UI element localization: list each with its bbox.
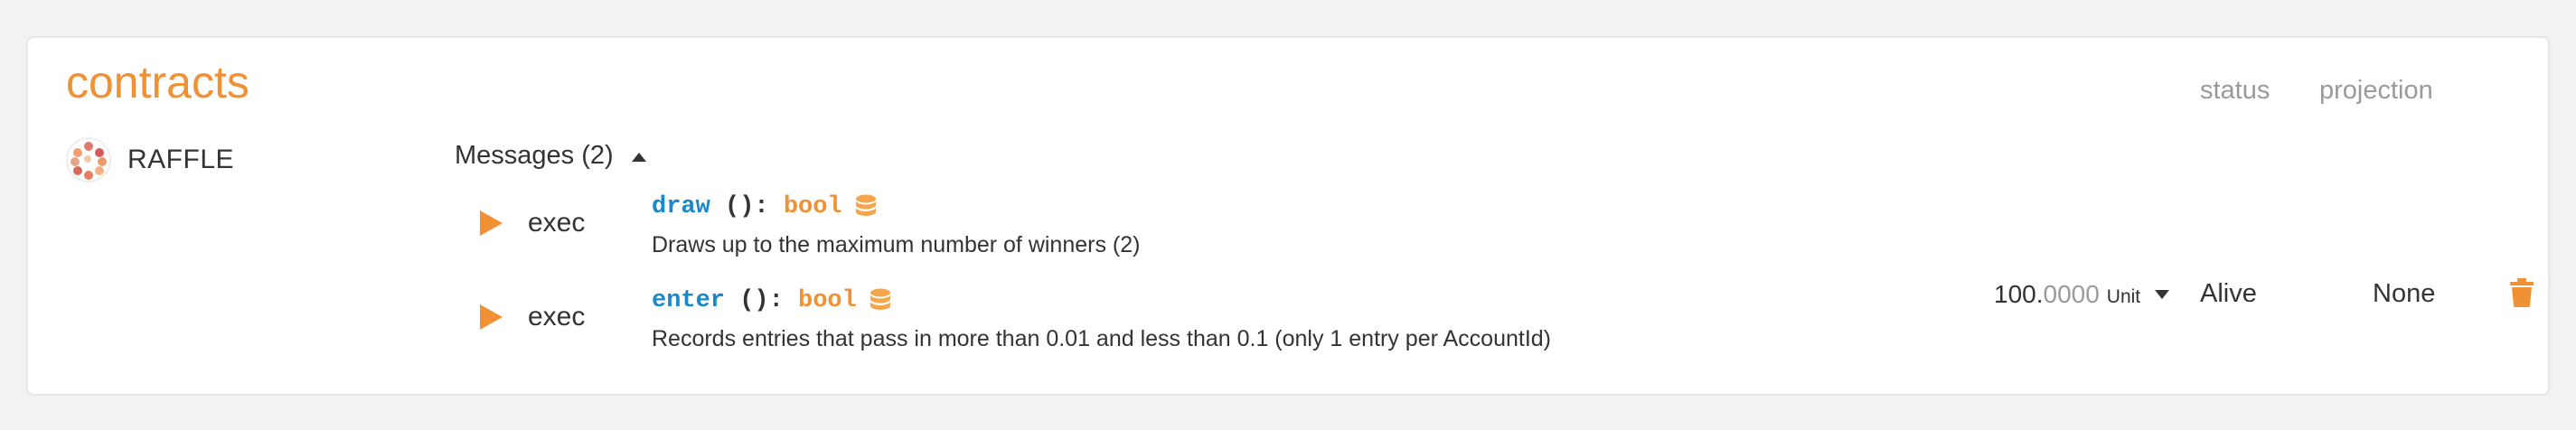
message-description: Records entries that pass in more than 0… [652,326,1552,351]
status-column-header: status [2200,76,2270,105]
message-signature: enter (): bool [652,287,891,314]
contract-identicon[interactable] [66,137,111,182]
trash-icon[interactable] [2510,278,2534,307]
contract-balance: 100. 0000 Unit [1994,280,2170,309]
play-icon [480,304,503,330]
message-params: (): [710,193,784,220]
message-fn-name: enter [652,287,726,314]
balance-integer: 100. [1994,280,2044,308]
exec-label: exec [528,208,586,238]
message-return-type: bool [798,287,857,314]
contract-identity: RAFFLE [66,137,234,182]
contract-projection: None [2373,279,2436,308]
messages-label: Messages (2) [455,141,614,170]
message-fn-name: draw [652,193,710,220]
exec-button[interactable]: exec [480,208,585,238]
projection-column-header: projection [2319,76,2433,105]
message-description: Draws up to the maximum number of winner… [652,232,1141,257]
chevron-down-icon[interactable] [2155,290,2170,299]
exec-label: exec [528,302,586,332]
balance-unit: Unit [2106,286,2141,307]
database-icon [855,194,876,216]
database-icon [870,288,890,310]
contract-card: contracts status projection RAFFLE Messa… [26,36,2550,396]
message-signature: draw (): bool [652,193,877,220]
message-return-type: bool [783,193,842,220]
contract-status: Alive [2200,279,2257,308]
caret-up-icon [631,152,646,162]
play-icon [480,210,503,236]
contract-name: RAFFLE [127,145,235,174]
messages-toggle[interactable]: Messages (2) [455,141,646,171]
balance-fraction: 0000 [2043,280,2100,308]
exec-button[interactable]: exec [480,302,585,332]
message-params: (): [725,287,799,314]
section-title: contracts [66,57,249,108]
